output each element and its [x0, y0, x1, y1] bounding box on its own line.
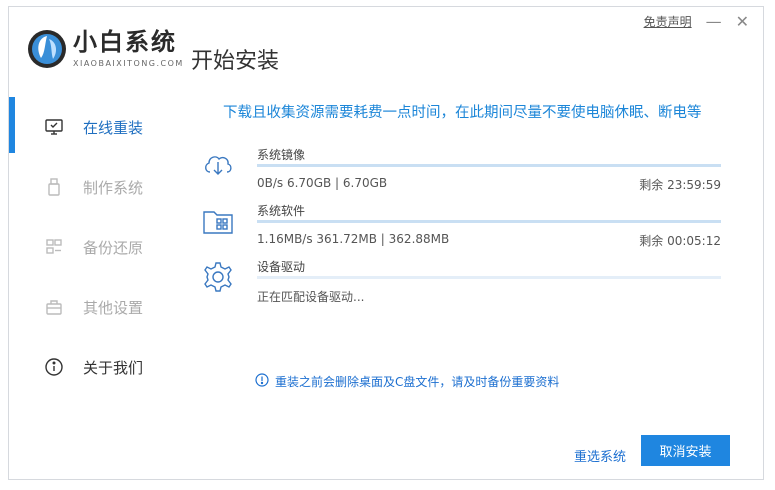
disclaimer-link[interactable]: 免责声明 — [644, 13, 692, 30]
sidebar-item-label: 其他设置 — [83, 298, 144, 317]
sidebar-item-label: 备份还原 — [83, 238, 144, 257]
sidebar-item-make-system[interactable]: 制作系统 — [9, 157, 189, 217]
task-name: 系统镜像 — [257, 148, 306, 162]
brand-subtitle: XIAOBAIXITONG.COM — [73, 59, 184, 68]
reselect-system-link[interactable]: 重选系统 — [574, 446, 626, 465]
task-remaining: 剩余 23:59:59 — [639, 178, 721, 192]
backup-warning: 重装之前会删除桌面及C盘文件，请及时备份重要资料 — [255, 373, 559, 390]
task-system-software: 系统软件 1.16MB/s 361.72MB | 362.88MB 剩余 00:… — [201, 202, 721, 252]
brand: 小白系统 XIAOBAIXITONG.COM — [73, 27, 184, 68]
window-controls: 免责声明 — ✕ — [644, 13, 749, 30]
sidebar-item-label: 制作系统 — [83, 178, 144, 197]
backup-icon — [43, 236, 65, 258]
gear-icon — [201, 260, 235, 294]
task-system-image: 系统镜像 0B/s 6.70GB | 6.70GB 剩余 23:59:59 — [201, 146, 721, 196]
task-device-driver: 设备驱动 正在匹配设备驱动... — [201, 258, 721, 308]
warning-text: 重装之前会删除桌面及C盘文件，请及时备份重要资料 — [275, 375, 560, 389]
close-button[interactable]: ✕ — [736, 13, 749, 29]
task-remaining: 剩余 00:05:12 — [639, 234, 721, 248]
sidebar-item-other-settings[interactable]: 其他设置 — [9, 277, 189, 337]
sidebar-item-label: 在线重装 — [83, 118, 144, 137]
sidebar: 在线重装 制作系统 备份还原 其他设置 关于我们 — [9, 97, 189, 397]
minimize-button[interactable]: — — [706, 13, 722, 29]
sidebar-item-label: 关于我们 — [83, 358, 144, 377]
task-name: 设备驱动 — [257, 260, 306, 274]
task-progress-bar — [257, 220, 721, 223]
sidebar-item-online-reinstall[interactable]: 在线重装 — [9, 97, 189, 157]
warning-info-icon — [255, 373, 269, 390]
task-detail: 0B/s 6.70GB | 6.70GB — [257, 176, 388, 190]
info-icon — [43, 356, 65, 378]
task-progress-bar — [257, 164, 721, 167]
logo-icon — [27, 29, 67, 69]
task-name: 系统软件 — [257, 204, 306, 218]
page-title: 开始安装 — [191, 49, 280, 74]
briefcase-icon — [43, 296, 65, 318]
usb-icon — [43, 176, 65, 198]
task-detail: 1.16MB/s 361.72MB | 362.88MB — [257, 232, 450, 246]
folder-apps-icon — [201, 204, 235, 238]
installer-window: 小白系统 XIAOBAIXITONG.COM 开始安装 免责声明 — ✕ 在线重… — [8, 6, 764, 480]
cloud-download-icon — [201, 148, 235, 182]
task-progress-bar — [257, 276, 721, 279]
task-detail: 正在匹配设备驱动... — [257, 290, 365, 304]
brand-title: 小白系统 — [73, 28, 177, 56]
sidebar-item-backup-restore[interactable]: 备份还原 — [9, 217, 189, 277]
download-notice: 下载且收集资源需要耗费一点时间，在此期间尽量不要使电脑休眠、断电等 — [223, 105, 702, 121]
cancel-install-button[interactable]: 取消安装 — [641, 435, 730, 466]
sidebar-item-about-us[interactable]: 关于我们 — [9, 337, 189, 397]
monitor-icon — [43, 116, 65, 138]
